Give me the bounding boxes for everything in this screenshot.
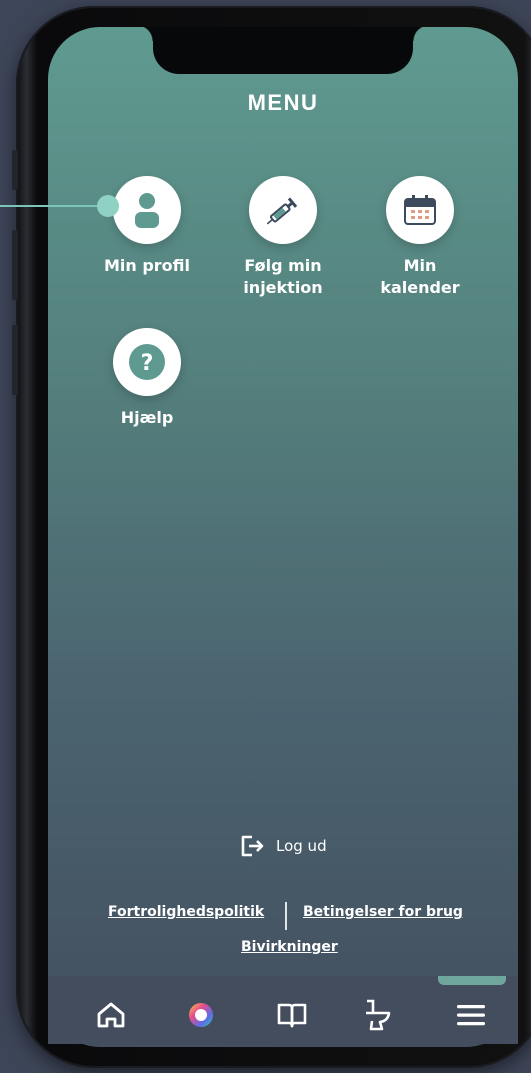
svg-text:?: ? (141, 351, 154, 376)
notch (137, 27, 429, 74)
toilet-icon (366, 999, 391, 1031)
help-question-icon: ? (129, 344, 165, 380)
terms-of-use-link[interactable]: Betingelser for brug (303, 904, 463, 920)
side-effects-link[interactable]: Bivirkninger (241, 939, 338, 955)
tab-book[interactable] (272, 995, 312, 1035)
side-button-volume-down (12, 325, 18, 395)
logout-icon (241, 835, 264, 857)
home-icon (97, 1002, 125, 1028)
help-circle: ? (113, 328, 181, 396)
menu-item-label: Min profil (103, 256, 191, 275)
menu-item-calendar[interactable]: Min kalender (355, 176, 485, 299)
color-wheel-icon (189, 1003, 213, 1027)
user-icon (135, 193, 159, 228)
connector-line (0, 205, 106, 207)
profile-circle (113, 176, 181, 244)
privacy-policy-link[interactable]: Fortrolighedspolitik (108, 904, 264, 920)
tab-color-wheel[interactable] (181, 995, 221, 1035)
logout-label: Log ud (276, 837, 327, 855)
side-button-volume-up (12, 230, 18, 300)
active-tab-indicator (438, 976, 506, 985)
book-icon (277, 1003, 307, 1028)
logout-button[interactable]: Log ud (240, 835, 327, 857)
connector-dot (97, 195, 119, 217)
injection-circle (249, 176, 317, 244)
footer-divider (285, 902, 287, 930)
menu-item-label: Min kalender (380, 256, 460, 297)
page-title: MENU (247, 90, 319, 115)
menu-item-injection[interactable]: Følg min injektion (218, 176, 348, 299)
screen: MENU Min profil Følg min injektion Min k… (48, 27, 518, 1047)
tab-home[interactable] (91, 995, 131, 1035)
menu-item-label: Følg min injektion (243, 256, 323, 297)
menu-item-profile[interactable]: Min profil (82, 176, 212, 277)
menu-item-label: Hjælp (120, 408, 174, 427)
calendar-icon (404, 195, 436, 225)
tab-menu[interactable] (451, 995, 491, 1035)
hamburger-menu-icon (457, 1005, 485, 1026)
calendar-circle (386, 176, 454, 244)
side-button-mute (12, 150, 18, 190)
menu-item-help[interactable]: ? Hjælp (82, 328, 212, 429)
tab-toilet[interactable] (357, 995, 397, 1035)
syringe-icon (266, 197, 298, 225)
